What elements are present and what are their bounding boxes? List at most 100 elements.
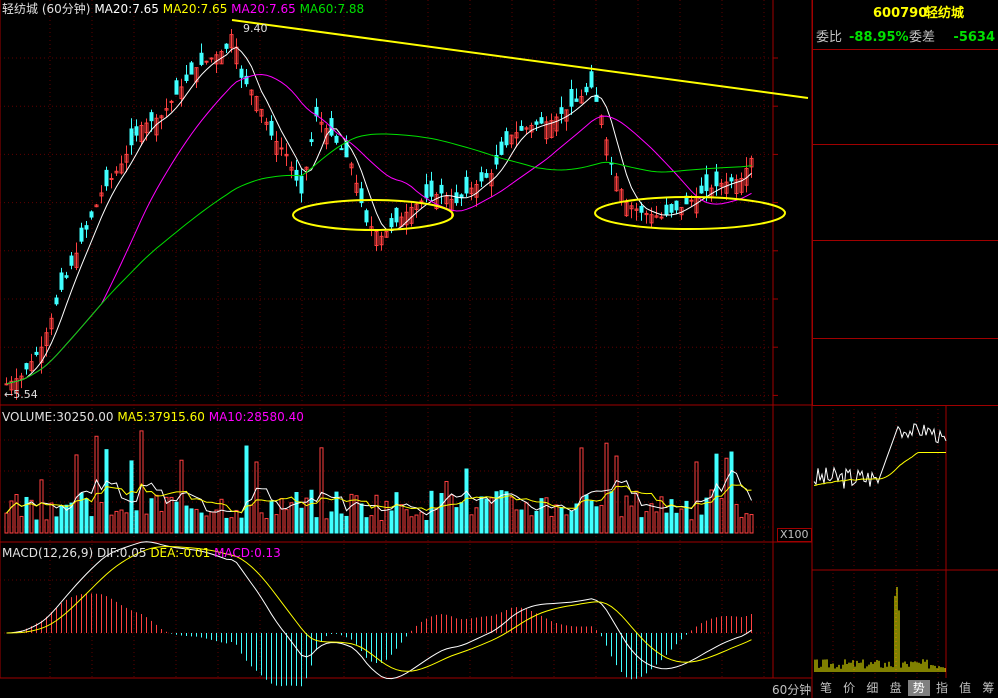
ask-row [813,90,998,109]
candlestick [394,207,399,223]
volume-bar [399,504,404,534]
volume-bar [124,512,129,534]
candlestick [109,178,114,180]
ma20-value-2: MA20:7.65 [162,2,228,16]
volume-bar [59,505,64,534]
stat-row [813,243,998,262]
candlestick [464,176,469,194]
volume-bar [314,517,319,534]
volume-bar [639,517,644,534]
volume-bar [614,455,619,534]
volume-bar [269,500,274,534]
bid-row [813,184,998,203]
candlestick [334,135,339,143]
period-selector[interactable]: 60分钟 [772,683,811,697]
volume-bar [184,505,189,534]
tab-7[interactable]: 筹 [977,680,998,696]
volume-bar [679,508,684,534]
candlestick [269,120,274,136]
candlestick [299,175,304,194]
candlestick [239,68,244,78]
volume-unit: X100 [777,528,812,542]
dif-line [6,541,752,680]
fundamental-row [813,378,998,397]
volume-bar [19,515,24,534]
volume-bar [224,517,229,534]
candlestick [479,172,484,182]
volume-bar [604,442,609,534]
candlesticks [4,29,754,400]
volume-bar [304,497,309,534]
volume-bar [549,515,554,534]
tab-0[interactable]: 笔 [815,680,837,696]
tab-3[interactable]: 盘 [885,680,907,696]
moving-average-lines [6,46,752,385]
candlestick [569,89,574,107]
volume-bar [744,513,749,534]
volume-bar [474,507,479,534]
candlestick [419,200,424,203]
tab-2[interactable]: 细 [861,680,883,696]
volume-bar [529,515,534,534]
volume-bar [389,510,394,534]
candlestick [134,126,139,136]
tab-6[interactable]: 值 [954,680,976,696]
dea-value: DEA:-0.01 [150,546,211,560]
volume-bar [214,509,219,534]
candlestick [484,173,489,178]
macd-value: MACD:0.13 [214,546,281,560]
candlestick [104,169,109,187]
candlestick [534,121,539,125]
candlestick [714,171,719,187]
volume-bar [144,513,149,534]
candlestick [79,227,84,242]
volume-bar [324,518,329,534]
volume-bar [74,454,79,534]
volume-bar [44,519,49,534]
tab-4[interactable]: 势 [907,680,930,696]
candlestick [59,272,64,290]
macd-header: MACD(12,26,9) DIF:0.05 DEA:-0.01 MACD:0.… [2,546,281,560]
quote-title: 600790 轻纺城 [813,4,998,23]
volume-bar [29,499,34,534]
volume-bar [319,447,324,534]
weibi-value: -88.95% [849,30,909,45]
macd-indicator [6,541,752,687]
volume-bar [644,511,649,534]
volume-bar [149,498,154,534]
volume-bar [579,447,584,534]
tab-5[interactable]: 指 [931,680,953,696]
candlestick [389,218,394,228]
volume-bar [444,480,449,534]
volume-bar [84,498,89,534]
volume-bar [379,520,384,534]
ma5-line [6,46,752,385]
volume-bar [264,518,269,534]
volume-bar [34,519,39,534]
candlestick [204,60,209,63]
volume-bar [329,511,334,534]
volume-bar [624,495,629,534]
volume-bar [484,498,489,534]
volume-bar [734,503,739,534]
candlestick [84,225,89,230]
chart-period: (60分钟) [41,2,91,16]
volume-bar [139,430,144,534]
stock-name: 轻纺城 [2,2,39,16]
candlestick [69,255,74,266]
volume-bar [204,515,209,534]
volume-bar [274,514,279,534]
candlestick [584,86,589,93]
ma20-value: MA20:7.65 [94,2,159,16]
volume-bar [394,492,399,534]
volume-bar [534,510,539,534]
volume-bar [244,445,249,534]
stat-row [813,262,998,281]
volume-bar [749,514,754,534]
volume-bar [589,500,594,534]
volume-bar [694,461,699,534]
volume-bar [699,514,704,534]
tab-1[interactable]: 价 [838,680,860,696]
volume-bar [174,501,179,534]
candlestick [574,98,579,102]
